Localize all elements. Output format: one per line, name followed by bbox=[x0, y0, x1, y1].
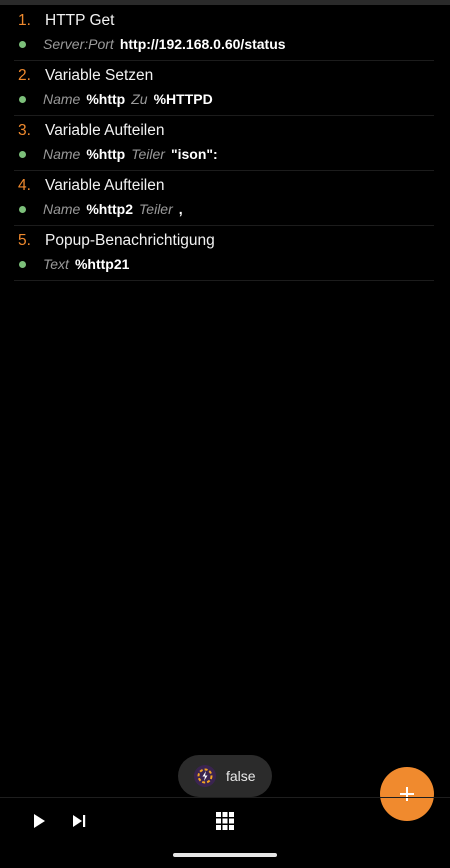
param-value: http://192.168.0.60/status bbox=[119, 36, 286, 52]
param-name: Zu bbox=[131, 91, 148, 107]
add-action-button[interactable] bbox=[380, 767, 434, 821]
action-number: 3. bbox=[18, 122, 31, 139]
bottom-bar-divider bbox=[0, 797, 450, 798]
bullet-dot bbox=[19, 150, 26, 158]
action-number: 2. bbox=[18, 67, 31, 84]
action-header: 1. HTTP Get bbox=[18, 11, 114, 31]
action-item-4[interactable]: 4. Variable Aufteilen Name %http2 Teiler … bbox=[14, 171, 434, 226]
toast-notification: false bbox=[178, 755, 272, 797]
action-title: Variable Aufteilen bbox=[45, 177, 165, 194]
action-title: Variable Setzen bbox=[45, 67, 154, 84]
param-value: %HTTPD bbox=[153, 91, 213, 107]
action-params: Name %http2 Teiler , bbox=[18, 200, 189, 218]
param-name: Name bbox=[43, 201, 81, 217]
bullet-dot bbox=[19, 40, 26, 48]
action-number: 5. bbox=[18, 232, 31, 249]
action-params: Text %http21 bbox=[18, 255, 135, 273]
tasker-app-icon bbox=[194, 765, 216, 787]
param-value: , bbox=[178, 201, 183, 217]
param-name: Teiler bbox=[139, 201, 173, 217]
action-title: Popup-Benachrichtigung bbox=[45, 232, 215, 249]
plus-icon bbox=[400, 787, 414, 801]
bullet-dot bbox=[19, 205, 26, 213]
param-value: "ison": bbox=[170, 146, 218, 162]
action-item-1[interactable]: 1. HTTP Get Server:Port http://192.168.0.… bbox=[14, 6, 434, 61]
action-header: 4. Variable Aufteilen bbox=[18, 176, 165, 196]
play-button[interactable] bbox=[26, 808, 52, 834]
bullet-dot bbox=[19, 260, 26, 268]
param-value: %http bbox=[86, 146, 126, 162]
home-indicator[interactable] bbox=[173, 853, 277, 857]
grid-icon bbox=[216, 812, 234, 830]
status-bar-strip bbox=[0, 0, 450, 5]
action-number: 4. bbox=[18, 177, 31, 194]
action-item-5[interactable]: 5. Popup-Benachrichtigung Text %http21 bbox=[14, 226, 434, 281]
action-list: 1. HTTP Get Server:Port http://192.168.0.… bbox=[14, 6, 434, 281]
action-title: Variable Aufteilen bbox=[45, 122, 165, 139]
param-value: %http bbox=[86, 91, 126, 107]
grid-menu-button[interactable] bbox=[212, 808, 238, 834]
param-name: Teiler bbox=[131, 146, 165, 162]
param-name: Name bbox=[43, 91, 81, 107]
play-icon bbox=[34, 814, 45, 828]
param-value: %http2 bbox=[86, 201, 134, 217]
action-header: 5. Popup-Benachrichtigung bbox=[18, 231, 215, 251]
action-number: 1. bbox=[18, 12, 31, 29]
action-params: Name %http Zu %HTTPD bbox=[18, 90, 219, 108]
toast-text: false bbox=[226, 768, 256, 784]
action-item-3[interactable]: 3. Variable Aufteilen Name %http Teiler "… bbox=[14, 116, 434, 171]
action-header: 3. Variable Aufteilen bbox=[18, 121, 165, 141]
param-name: Server:Port bbox=[43, 36, 114, 52]
param-value: %http21 bbox=[74, 256, 130, 272]
action-item-2[interactable]: 2. Variable Setzen Name %http Zu %HTTPD bbox=[14, 61, 434, 116]
skip-next-icon bbox=[73, 815, 86, 827]
action-params: Name %http Teiler "ison": bbox=[18, 145, 224, 163]
action-params: Server:Port http://192.168.0.60/status bbox=[18, 35, 292, 53]
action-title: HTTP Get bbox=[45, 12, 115, 29]
param-name: Text bbox=[43, 256, 69, 272]
bullet-dot bbox=[19, 95, 26, 103]
action-header: 2. Variable Setzen bbox=[18, 66, 153, 86]
param-name: Name bbox=[43, 146, 81, 162]
step-next-button[interactable] bbox=[66, 808, 92, 834]
